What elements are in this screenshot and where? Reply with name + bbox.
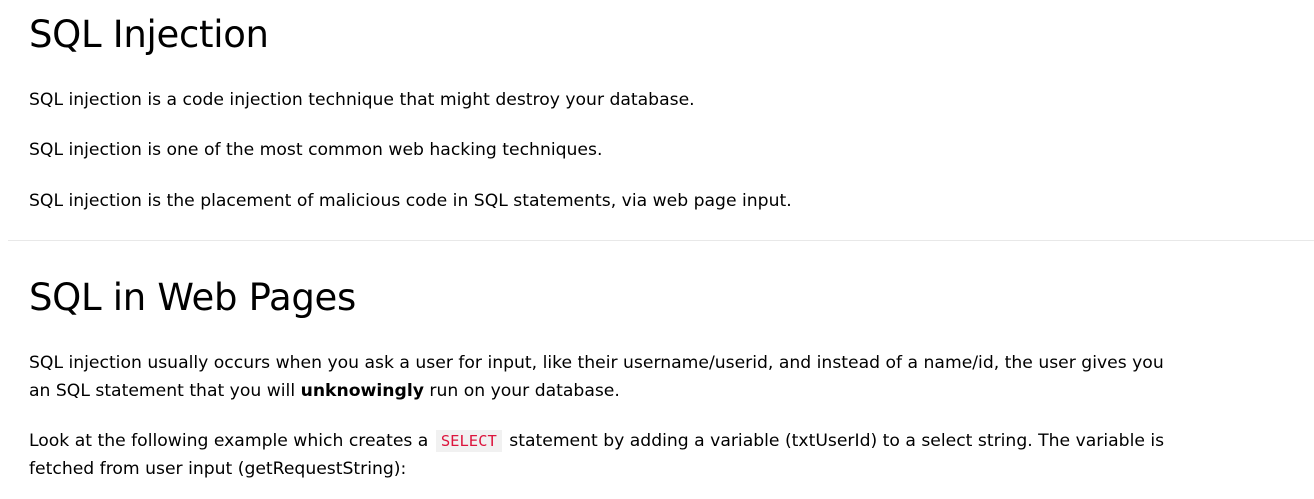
web-pages-paragraph-2: Look at the following example which crea… [29,427,1164,483]
paragraph-text: an SQL statement that you will [29,381,301,401]
paragraph-text: run on your database. [423,381,620,401]
intro-paragraph-1: SQL injection is a code injection techni… [29,90,695,110]
intro-paragraph-2: SQL injection is one of the most common … [29,140,603,160]
web-pages-paragraph-1: SQL injection usually occurs when you as… [29,349,1164,405]
section-heading-sql-in-web-pages: SQL in Web Pages [29,276,356,319]
intro-paragraph-3: SQL injection is the placement of malici… [29,191,792,211]
bold-emphasis: unknowingly [300,381,424,401]
paragraph-line: SQL injection usually occurs when you as… [29,353,1164,373]
paragraph-text: Look at the following example which crea… [29,431,434,451]
section-heading-sql-injection: SQL Injection [29,13,269,56]
paragraph-text: statement by adding a variable (txtUserI… [503,431,1165,451]
paragraph-line: fetched from user input (getRequestStrin… [29,459,407,479]
article-content: SQL Injection SQL injection is a code in… [0,0,1314,499]
inline-code-select: SELECT [435,430,502,452]
section-divider [8,240,1314,241]
